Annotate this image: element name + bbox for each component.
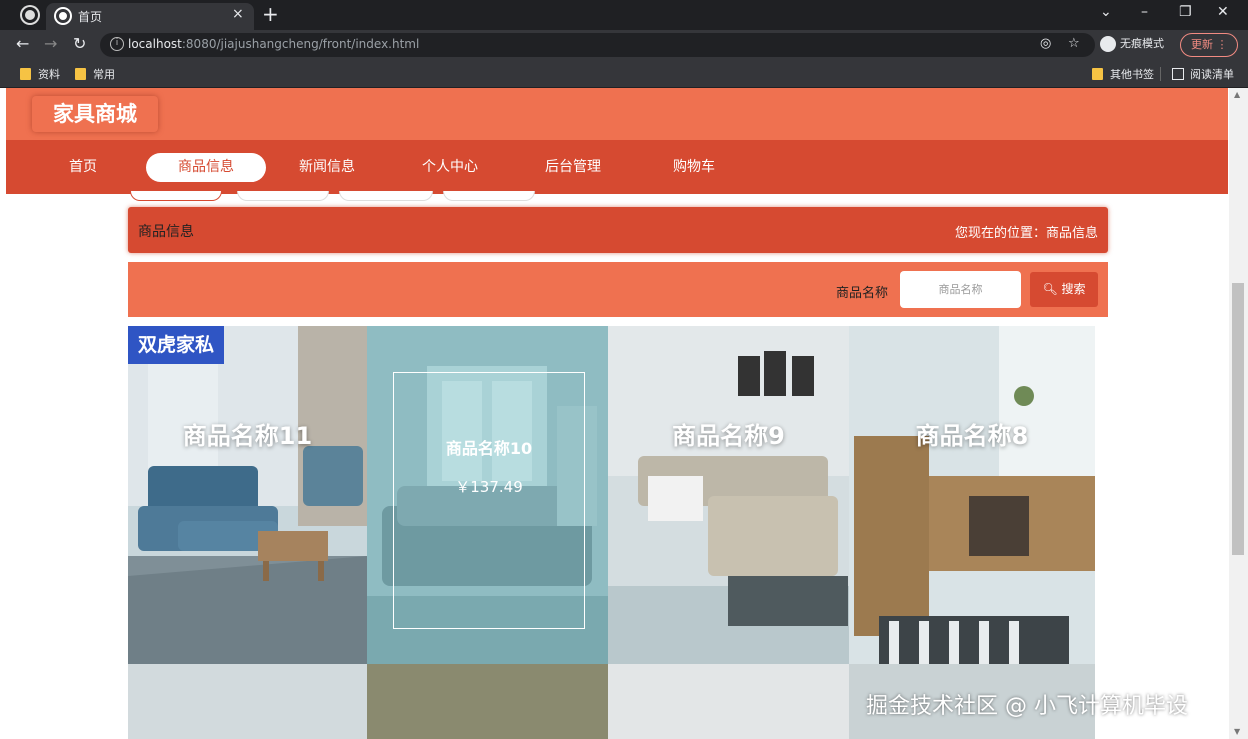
search-input[interactable] bbox=[900, 271, 1021, 308]
page-viewport: 家具商城 首页 商品信息 新闻信息 个人中心 后台管理 购物车 商品信息 您现在… bbox=[0, 88, 1248, 739]
incognito-label: 无痕模式 bbox=[1120, 37, 1164, 50]
restore-icon[interactable]: ❐ bbox=[1179, 4, 1192, 20]
url-host: localhost bbox=[128, 37, 182, 51]
url-path: :8080/jiajushangcheng/front/index.html bbox=[181, 37, 420, 51]
breadcrumb: 商品信息 您现在的位置：商品信息 bbox=[128, 207, 1108, 253]
scrollbar[interactable]: ▲ ▼ bbox=[1229, 88, 1248, 739]
main-nav: 首页 商品信息 新闻信息 个人中心 后台管理 购物车 bbox=[6, 140, 1228, 194]
product-card[interactable]: 商品名称9 bbox=[608, 326, 849, 664]
reading-list-label: 阅读清单 bbox=[1190, 68, 1234, 81]
globe-icon bbox=[56, 9, 70, 23]
product-name: 商品名称8 bbox=[915, 422, 1029, 450]
scroll-thumb[interactable] bbox=[1232, 283, 1244, 555]
other-bookmarks[interactable]: 其他书签 bbox=[1092, 66, 1154, 82]
forward-icon[interactable]: → bbox=[44, 34, 57, 53]
scroll-down-icon[interactable]: ▼ bbox=[1234, 727, 1240, 736]
incognito-icon bbox=[1100, 36, 1116, 52]
reading-list-icon bbox=[1172, 68, 1184, 80]
nav-admin[interactable]: 后台管理 bbox=[545, 156, 601, 176]
reload-icon[interactable]: ↻ bbox=[73, 34, 86, 53]
product-card[interactable]: 商品名称10 ￥137.49 bbox=[367, 326, 608, 664]
browser-tab[interactable]: 首页 × bbox=[46, 3, 254, 30]
chevron-down-icon[interactable]: ⌄ bbox=[1100, 4, 1112, 20]
search-bar: 商品名称 🔍︎ 搜索 bbox=[128, 262, 1108, 317]
folder-icon bbox=[1092, 68, 1103, 80]
bookmark-item[interactable]: 资料 bbox=[20, 66, 60, 82]
nav-news[interactable]: 新闻信息 bbox=[299, 156, 355, 176]
category-pill[interactable] bbox=[339, 191, 433, 201]
info-icon[interactable]: i bbox=[110, 37, 124, 51]
product-card[interactable] bbox=[367, 664, 608, 739]
product-card[interactable]: 双虎家私 商品名称11 bbox=[128, 326, 367, 664]
tab-title: 首页 bbox=[78, 10, 103, 24]
product-card[interactable]: 商品名称8 bbox=[849, 326, 1095, 664]
bookmark-divider bbox=[1160, 67, 1161, 81]
product-hover-overlay[interactable]: 商品名称10 ￥137.49 bbox=[393, 372, 585, 629]
star-icon[interactable]: ☆ bbox=[1068, 36, 1080, 51]
product-image bbox=[608, 326, 849, 664]
new-tab-button[interactable]: + bbox=[262, 2, 279, 26]
site-logo[interactable]: 家具商城 bbox=[32, 96, 158, 132]
update-button[interactable]: 更新 ⋮ bbox=[1180, 33, 1238, 57]
nav-personal-center[interactable]: 个人中心 bbox=[422, 156, 478, 176]
search-button[interactable]: 🔍︎ 搜索 bbox=[1030, 272, 1098, 307]
category-pill[interactable] bbox=[237, 191, 329, 201]
globe-icon[interactable] bbox=[22, 7, 38, 23]
product-card[interactable] bbox=[128, 664, 367, 739]
product-name: 商品名称9 bbox=[672, 422, 785, 450]
product-name: 商品名称10 bbox=[445, 439, 533, 458]
update-label: 更新 bbox=[1191, 38, 1213, 51]
other-bookmarks-label: 其他书签 bbox=[1110, 68, 1154, 81]
browser-toolbar: ← → ↻ i localhost:8080/jiajushangcheng/f… bbox=[0, 30, 1248, 60]
close-icon[interactable]: × bbox=[232, 6, 244, 22]
window-close-icon[interactable]: ✕ bbox=[1217, 4, 1229, 20]
bookmark-label: 资料 bbox=[38, 68, 60, 81]
address-bar[interactable]: i localhost:8080/jiajushangcheng/front/i… bbox=[100, 33, 1095, 57]
incognito-indicator[interactable]: 无痕模式 bbox=[1100, 35, 1164, 52]
site-header: 家具商城 bbox=[6, 88, 1228, 140]
search-icon: 🔍︎ bbox=[1042, 282, 1058, 296]
product-price: ￥137.49 bbox=[455, 478, 523, 496]
brand-tag: 双虎家私 bbox=[128, 326, 224, 364]
category-pill[interactable] bbox=[443, 191, 535, 201]
nav-home[interactable]: 首页 bbox=[69, 156, 97, 176]
bookmark-label: 常用 bbox=[93, 68, 115, 81]
product-grid: 双虎家私 商品名称11 商品名称10 ￥137.49 商品名称9 商品名称8 bbox=[128, 326, 1095, 739]
product-image bbox=[849, 326, 1095, 664]
eye-off-icon[interactable]: ◎ bbox=[1040, 36, 1051, 51]
search-button-label: 搜索 bbox=[1061, 282, 1086, 296]
watermark: 掘金技术社区 @ 小飞计算机毕设 bbox=[866, 694, 1188, 719]
browser-titlebar: 首页 × + ⌄ – ❐ ✕ bbox=[0, 0, 1248, 30]
product-card[interactable] bbox=[608, 664, 849, 739]
back-icon[interactable]: ← bbox=[16, 34, 29, 53]
reading-list[interactable]: 阅读清单 bbox=[1172, 66, 1234, 82]
page-title: 商品信息 bbox=[138, 224, 194, 240]
url-text[interactable]: localhost:8080/jiajushangcheng/front/ind… bbox=[128, 37, 419, 51]
product-name: 商品名称11 bbox=[182, 422, 313, 450]
folder-icon bbox=[20, 68, 31, 80]
bookmark-item[interactable]: 常用 bbox=[75, 66, 115, 82]
category-pill[interactable] bbox=[130, 191, 222, 201]
location-text: 您现在的位置：商品信息 bbox=[954, 226, 1098, 241]
product-image bbox=[128, 326, 367, 664]
bookmarks-bar: 资料 常用 其他书签 阅读清单 bbox=[0, 60, 1248, 88]
folder-icon bbox=[75, 68, 86, 80]
scroll-up-icon[interactable]: ▲ bbox=[1234, 90, 1240, 99]
minimize-icon[interactable]: – bbox=[1141, 4, 1148, 20]
nav-cart[interactable]: 购物车 bbox=[673, 156, 715, 176]
search-label: 商品名称 bbox=[836, 286, 889, 301]
nav-products[interactable]: 商品信息 bbox=[146, 153, 266, 182]
